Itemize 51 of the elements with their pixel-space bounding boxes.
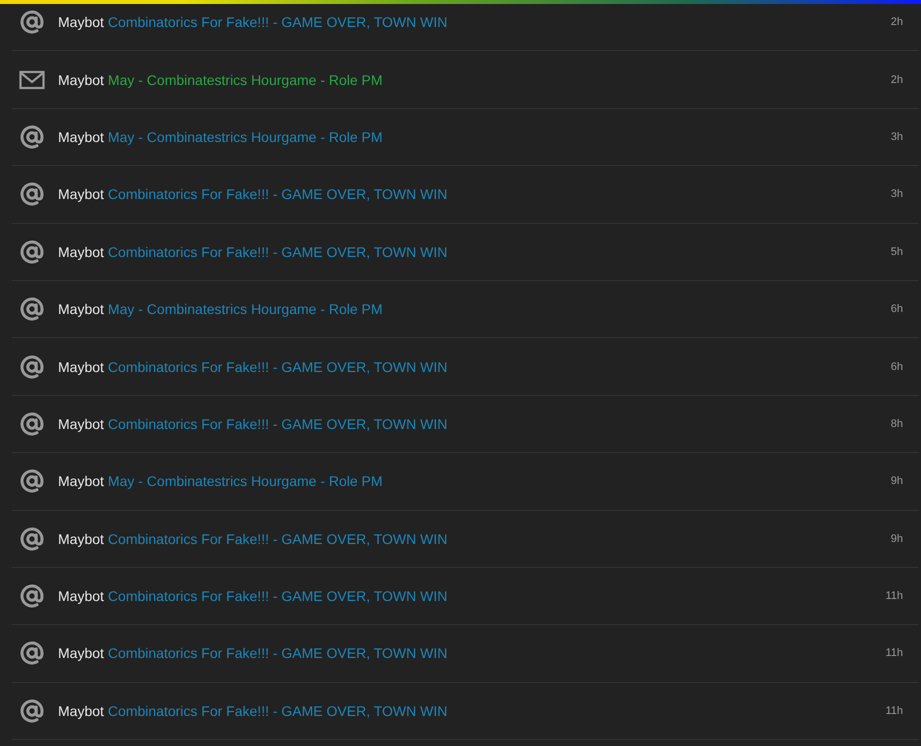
user-name: Maybot [58, 473, 104, 490]
user-name: Maybot [58, 301, 104, 318]
at-sign-icon [19, 698, 45, 724]
timestamp: 11h [885, 704, 903, 717]
topic-link[interactable]: May - Combinatestrics Hourgame - Role PM [108, 301, 383, 318]
at-sign-icon [19, 468, 45, 494]
topic-link[interactable]: Combinatorics For Fake!!! - GAME OVER, TOWN WIN [108, 358, 448, 375]
timestamp: 9h [890, 532, 903, 545]
topic-link[interactable]: May - Combinatestrics Hourgame - Role PM [108, 473, 383, 490]
user-name: Maybot [58, 645, 104, 662]
topic-link[interactable]: Combinatorics For Fake!!! - GAME OVER, TOWN WIN [108, 186, 448, 202]
topic-link[interactable]: Combinatorics For Fake!!! - GAME OVER, TOWN WIN [108, 588, 448, 604]
at-sign-icon [19, 410, 45, 437]
at-sign-icon [19, 181, 45, 208]
user-name: Maybot [58, 14, 104, 30]
timestamp: 3h [890, 130, 903, 143]
at-sign-icon [19, 9, 45, 36]
user-name: Maybot [58, 186, 104, 202]
topic-link[interactable]: May - Combinatestrics Hourgame - Role PM [108, 72, 383, 88]
timestamp: 6h [890, 303, 903, 316]
user-name: Maybot [58, 72, 104, 88]
timestamp: 5h [890, 246, 903, 258]
topic-link[interactable]: Combinatorics For Fake!!! - GAME OVER, TOWN WIN [108, 530, 448, 547]
at-sign-icon [19, 526, 45, 552]
timestamp: 11h [885, 590, 903, 602]
topic-link[interactable]: Combinatorics For Fake!!! - GAME OVER, TOWN WIN [108, 645, 448, 662]
topic-link[interactable]: May - Combinatestrics Hourgame - Role PM [108, 128, 383, 145]
at-sign-icon [19, 583, 45, 610]
at-sign-icon [19, 354, 45, 380]
at-sign-icon [19, 238, 45, 265]
at-sign-icon [19, 640, 45, 666]
user-name: Maybot [58, 128, 104, 145]
at-sign-icon [19, 296, 45, 322]
timestamp: 3h [890, 188, 903, 200]
user-name: Maybot [58, 416, 104, 432]
timestamp: 9h [890, 475, 903, 488]
topic-link[interactable]: Combinatorics For Fake!!! - GAME OVER, TOWN WIN [108, 702, 448, 719]
timestamp: 2h [890, 16, 903, 28]
topic-link[interactable]: Combinatorics For Fake!!! - GAME OVER, TOWN WIN [108, 244, 448, 260]
user-name: Maybot [58, 588, 104, 604]
user-name: Maybot [58, 358, 104, 375]
user-name: Maybot [58, 702, 104, 719]
timestamp: 11h [885, 647, 903, 660]
topic-link[interactable]: Combinatorics For Fake!!! - GAME OVER, TOWN WIN [108, 14, 448, 30]
topic-link[interactable]: Combinatorics For Fake!!! - GAME OVER, TOWN WIN [108, 416, 448, 432]
timestamp: 2h [890, 74, 903, 86]
user-name: Maybot [58, 244, 104, 260]
timestamp: 8h [890, 418, 903, 430]
at-sign-icon [19, 124, 45, 150]
user-name: Maybot [58, 530, 104, 547]
timestamp: 6h [890, 360, 903, 373]
